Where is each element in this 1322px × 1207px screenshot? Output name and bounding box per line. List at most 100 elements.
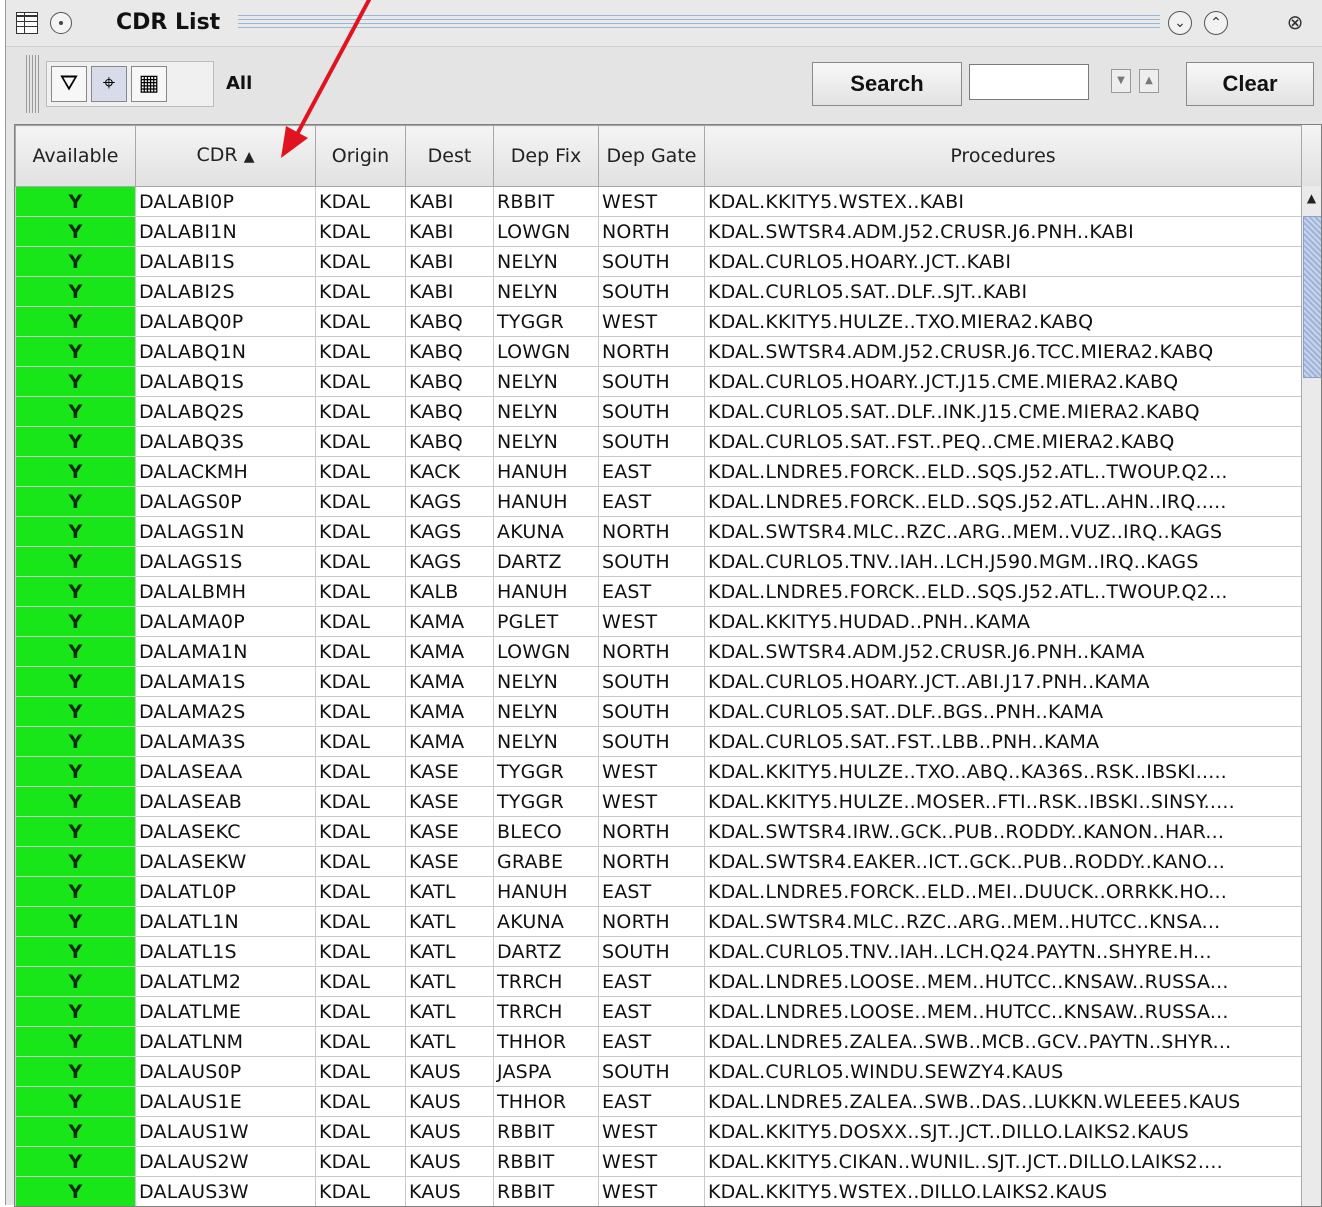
procedures-cell[interactable]: KDAL.KKITY5.HULZE..TXO..ABQ..KA36S..RSK.…: [704, 756, 1302, 787]
cdr-cell[interactable]: DALABI1N: [135, 216, 316, 247]
cdr-cell[interactable]: DALASEKW: [135, 846, 316, 877]
origin-cell[interactable]: KDAL: [315, 606, 406, 637]
cdr-cell[interactable]: DALABQ3S: [135, 426, 316, 457]
procedures-cell[interactable]: KDAL.SWTSR4.MLC..RZC..ARG..MEM..HUTCC..K…: [704, 906, 1302, 937]
origin-cell[interactable]: KDAL: [315, 1146, 406, 1177]
procedures-cell[interactable]: KDAL.KKITY5.HULZE..MOSER..FTI..RSK..IBSK…: [704, 786, 1302, 817]
procedures-cell[interactable]: KDAL.LNDRE5.ZALEA..SWB..MCB..GCV..PAYTN.…: [704, 1026, 1302, 1057]
table-row[interactable]: Y DALATL0P KDAL KATL HANUH EAST KDAL.LNDRE5.FO…: [15, 876, 1302, 907]
origin-cell[interactable]: KDAL: [315, 966, 406, 997]
dep-fix-cell[interactable]: GRABE: [493, 846, 599, 877]
procedures-cell[interactable]: KDAL.CURLO5.SAT..FST..PEQ..CME.MIERA2.KA…: [704, 426, 1302, 457]
dest-cell[interactable]: KATL: [405, 1026, 494, 1057]
table-row[interactable]: Y DALABQ2S KDAL KABQ NELYN SOUTH KDAL.CURLO5.S…: [15, 396, 1302, 427]
origin-cell[interactable]: KDAL: [315, 396, 406, 427]
dep-gate-cell[interactable]: NORTH: [598, 216, 705, 247]
available-cell[interactable]: Y: [15, 1026, 136, 1057]
dest-cell[interactable]: KAUS: [405, 1086, 494, 1117]
table-row[interactable]: Y DALABI1S KDAL KABI NELYN SOUTH KDAL.CURLO5.H…: [15, 246, 1302, 277]
cdr-cell[interactable]: DALAUS1W: [135, 1116, 316, 1147]
dest-cell[interactable]: KAMA: [405, 726, 494, 757]
available-cell[interactable]: Y: [15, 726, 136, 757]
cdr-cell[interactable]: DALATL1N: [135, 906, 316, 937]
dep-gate-cell[interactable]: WEST: [598, 606, 705, 637]
available-cell[interactable]: Y: [15, 216, 136, 247]
dep-fix-cell[interactable]: HANUH: [493, 876, 599, 907]
origin-cell[interactable]: KDAL: [315, 846, 406, 877]
dep-fix-cell[interactable]: JASPA: [493, 1056, 599, 1087]
dest-cell[interactable]: KABQ: [405, 426, 494, 457]
available-cell[interactable]: Y: [15, 486, 136, 517]
dep-gate-cell[interactable]: WEST: [598, 1116, 705, 1147]
cdr-cell[interactable]: DALACKMH: [135, 456, 316, 487]
dep-gate-cell[interactable]: WEST: [598, 786, 705, 817]
dep-gate-cell[interactable]: EAST: [598, 576, 705, 607]
table-row[interactable]: Y DALASEKW KDAL KASE GRABE NORTH KDAL.SWTSR4.E…: [15, 846, 1302, 877]
dest-cell[interactable]: KABQ: [405, 366, 494, 397]
origin-cell[interactable]: KDAL: [315, 186, 406, 217]
table-row[interactable]: Y DALAMA3S KDAL KAMA NELYN SOUTH KDAL.CURLO5.S…: [15, 726, 1302, 757]
available-cell[interactable]: Y: [15, 1086, 136, 1117]
procedures-cell[interactable]: KDAL.KKITY5.WSTEX..DILLO.LAIKS2.KAUS: [704, 1176, 1302, 1206]
cdr-cell[interactable]: DALAGS1N: [135, 516, 316, 547]
dest-cell[interactable]: KABQ: [405, 306, 494, 337]
dep-gate-cell[interactable]: WEST: [598, 1146, 705, 1177]
dep-fix-cell[interactable]: NELYN: [493, 426, 599, 457]
dep-gate-cell[interactable]: EAST: [598, 996, 705, 1027]
dep-gate-cell[interactable]: EAST: [598, 966, 705, 997]
table-row[interactable]: Y DALAGS1S KDAL KAGS DARTZ SOUTH KDAL.CURLO5.T…: [15, 546, 1302, 577]
cdr-cell[interactable]: DALABI2S: [135, 276, 316, 307]
dep-gate-cell[interactable]: EAST: [598, 876, 705, 907]
available-cell[interactable]: Y: [15, 1176, 136, 1206]
dep-fix-cell[interactable]: THHOR: [493, 1026, 599, 1057]
procedures-cell[interactable]: KDAL.KKITY5.HUDAD..PNH..KAMA: [704, 606, 1302, 637]
dep-fix-cell[interactable]: DARTZ: [493, 546, 599, 577]
dep-gate-cell[interactable]: SOUTH: [598, 396, 705, 427]
cdr-cell[interactable]: DALALBMH: [135, 576, 316, 607]
procedures-cell[interactable]: KDAL.CURLO5.TNV..IAH..LCH.J590.MGM..IRQ.…: [704, 546, 1302, 577]
dest-cell[interactable]: KAMA: [405, 636, 494, 667]
dep-gate-cell[interactable]: EAST: [598, 1026, 705, 1057]
origin-cell[interactable]: KDAL: [315, 546, 406, 577]
cdr-cell[interactable]: DALATLME: [135, 996, 316, 1027]
cdr-cell[interactable]: DALABI1S: [135, 246, 316, 277]
dep-gate-cell[interactable]: SOUTH: [598, 666, 705, 697]
table-row[interactable]: Y DALATLME KDAL KATL TRRCH EAST KDAL.LNDRE5.LO…: [15, 996, 1302, 1027]
procedures-cell[interactable]: KDAL.CURLO5.HOARY..JCT..ABI.J17.PNH..KAM…: [704, 666, 1302, 697]
cdr-cell[interactable]: DALABI0P: [135, 186, 316, 217]
scroll-up-icon[interactable]: ▲: [1302, 188, 1321, 208]
origin-cell[interactable]: KDAL: [315, 1116, 406, 1147]
origin-cell[interactable]: KDAL: [315, 576, 406, 607]
dep-fix-cell[interactable]: TRRCH: [493, 996, 599, 1027]
dest-cell[interactable]: KABI: [405, 276, 494, 307]
cdr-cell[interactable]: DALABQ0P: [135, 306, 316, 337]
origin-cell[interactable]: KDAL: [315, 216, 406, 247]
available-cell[interactable]: Y: [15, 426, 136, 457]
dest-cell[interactable]: KAUS: [405, 1146, 494, 1177]
origin-cell[interactable]: KDAL: [315, 336, 406, 367]
procedures-cell[interactable]: KDAL.LNDRE5.FORCK..ELD..SQS.J52.ATL..AHN…: [704, 486, 1302, 517]
dep-fix-cell[interactable]: TYGGR: [493, 786, 599, 817]
cdr-cell[interactable]: DALAUS1E: [135, 1086, 316, 1117]
procedures-cell[interactable]: KDAL.SWTSR4.ADM.J52.CRUSR.J6.PNH..KAMA: [704, 636, 1302, 667]
dep-gate-cell[interactable]: WEST: [598, 186, 705, 217]
table-row[interactable]: Y DALAMA1S KDAL KAMA NELYN SOUTH KDAL.CURLO5.H…: [15, 666, 1302, 697]
dest-cell[interactable]: KAUS: [405, 1176, 494, 1206]
dest-cell[interactable]: KALB: [405, 576, 494, 607]
table-row[interactable]: Y DALABQ1N KDAL KABQ LOWGN NORTH KDAL.SWTSR4.A…: [15, 336, 1302, 367]
procedures-cell[interactable]: KDAL.SWTSR4.IRW..GCK..PUB..RODDY..KANON.…: [704, 816, 1302, 847]
available-cell[interactable]: Y: [15, 366, 136, 397]
dep-gate-cell[interactable]: NORTH: [598, 336, 705, 367]
available-cell[interactable]: Y: [15, 816, 136, 847]
dest-cell[interactable]: KABQ: [405, 396, 494, 427]
dep-fix-cell[interactable]: AKUNA: [493, 516, 599, 547]
procedures-cell[interactable]: KDAL.CURLO5.SAT..FST..LBB..PNH..KAMA: [704, 726, 1302, 757]
procedures-cell[interactable]: KDAL.CURLO5.SAT..DLF..BGS..PNH..KAMA: [704, 696, 1302, 727]
dep-gate-cell[interactable]: WEST: [598, 1176, 705, 1206]
origin-cell[interactable]: KDAL: [315, 696, 406, 727]
dest-cell[interactable]: KABI: [405, 186, 494, 217]
dep-fix-cell[interactable]: HANUH: [493, 486, 599, 517]
dep-fix-cell[interactable]: AKUNA: [493, 906, 599, 937]
table-row[interactable]: Y DALATL1N KDAL KATL AKUNA NORTH KDAL.SWTSR4.M…: [15, 906, 1302, 937]
table-row[interactable]: Y DALALBMH KDAL KALB HANUH EAST KDAL.LNDRE5.FO…: [15, 576, 1302, 607]
